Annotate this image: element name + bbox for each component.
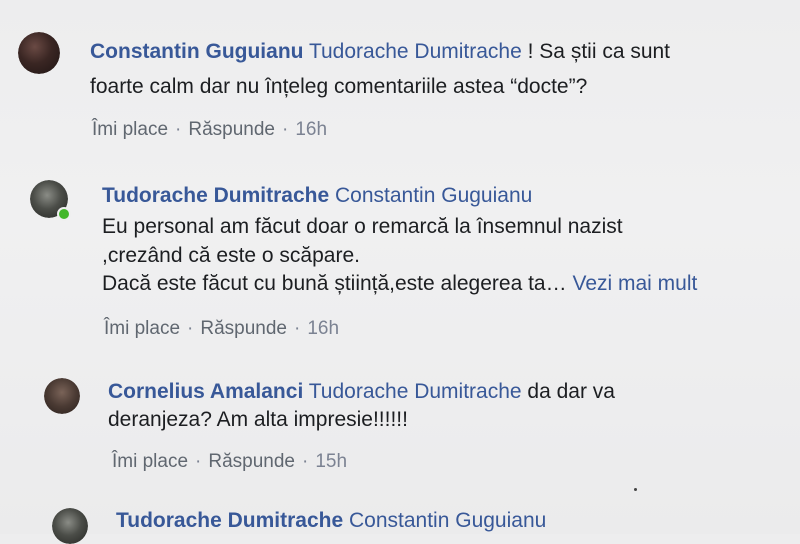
like-button[interactable]: Îmi place	[104, 318, 180, 339]
comment-timestamp[interactable]: 15h	[315, 451, 347, 472]
like-button[interactable]: Îmi place	[112, 451, 188, 472]
comment-author[interactable]: Cornelius Amalanci	[108, 380, 303, 403]
see-more-link[interactable]: Vezi mai mult	[572, 272, 697, 295]
comment-mention[interactable]: Constantin Guguianu	[335, 184, 532, 207]
comment-mention[interactable]: Tudorache Dumitrache	[309, 380, 522, 403]
comment-text-line: da dar va	[527, 380, 615, 403]
reply-button[interactable]: Răspunde	[208, 451, 295, 472]
separator: ·	[281, 119, 289, 140]
comment-mention[interactable]: Tudorache Dumitrache	[309, 40, 522, 63]
comment-text-line: deranjeza? Am alta impresie!!!!!!	[108, 408, 408, 431]
comment-text-line: ! Sa știi ca sunt	[527, 40, 671, 63]
comment-text-line: foarte calm dar nu înțeleg comentariile …	[90, 75, 588, 98]
comment-author[interactable]: Tudorache Dumitrache	[116, 509, 343, 532]
comment-timestamp[interactable]: 16h	[295, 119, 327, 140]
comment-mention[interactable]: Constantin Guguianu	[349, 509, 546, 532]
comment-text-line: ,crezând că este o scăpare.	[102, 244, 360, 267]
avatar[interactable]	[52, 508, 88, 544]
comment-author[interactable]: Constantin Guguianu	[90, 40, 303, 63]
separator: ·	[175, 119, 182, 140]
avatar[interactable]	[44, 378, 80, 414]
separator: ·	[195, 451, 202, 472]
separator: ·	[293, 318, 301, 339]
separator: ·	[301, 451, 309, 472]
reply-button[interactable]: Răspunde	[188, 119, 275, 140]
comment-text-line: Eu personal am făcut doar o remarcă la î…	[102, 215, 623, 238]
comment-author[interactable]: Tudorache Dumitrache	[102, 184, 329, 207]
online-status-icon	[57, 207, 71, 221]
separator: ·	[187, 318, 194, 339]
comment-text-line: Dacă este făcut cu bună știință,este ale…	[102, 272, 567, 295]
comment-timestamp[interactable]: 16h	[307, 318, 339, 339]
avatar[interactable]	[18, 32, 60, 74]
reply-button[interactable]: Răspunde	[200, 318, 287, 339]
like-button[interactable]: Îmi place	[92, 119, 168, 140]
screen-speck	[634, 488, 637, 491]
